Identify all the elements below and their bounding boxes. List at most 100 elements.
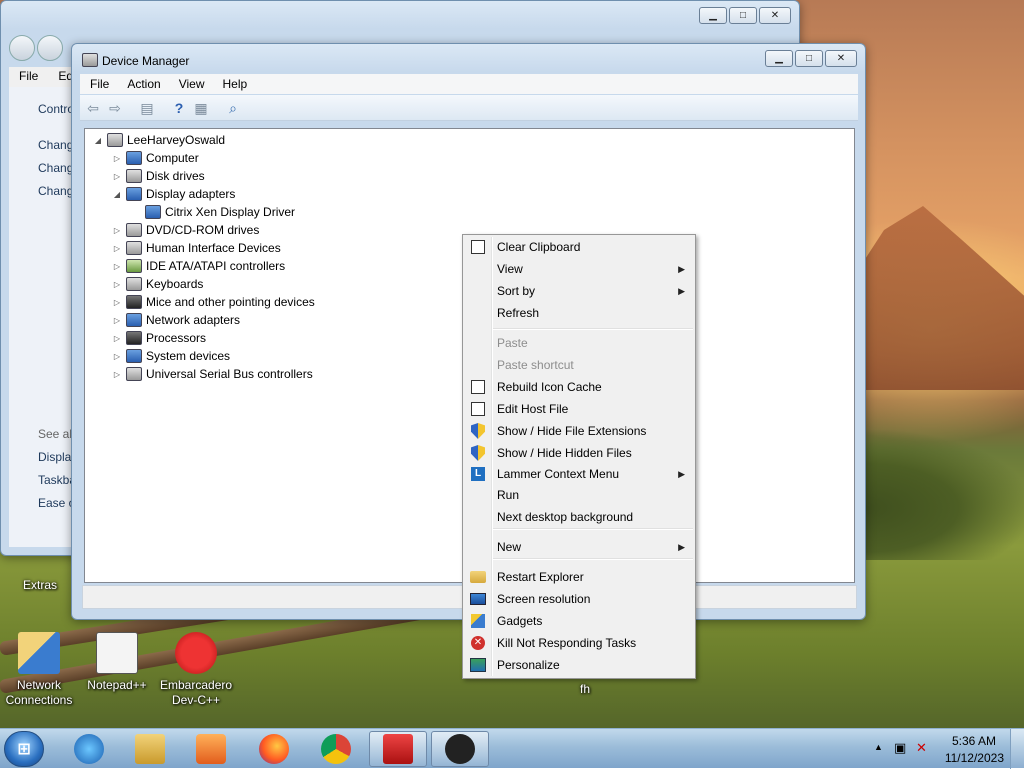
network-status-icon[interactable]: ▣ xyxy=(894,740,906,756)
back-arrow-icon[interactable]: ⇦ xyxy=(84,100,102,116)
menu-item-label: Paste shortcut xyxy=(497,358,574,372)
device-manager-caption-buttons: ▁ □ ✕ xyxy=(765,50,857,67)
taskbar-internet-explorer[interactable] xyxy=(60,731,118,767)
taskbar-media-player[interactable] xyxy=(182,731,240,767)
expand-arrow-icon[interactable]: ▷ xyxy=(112,280,122,289)
expand-arrow-icon[interactable]: ▷ xyxy=(112,244,122,253)
context-menu-item-refresh[interactable]: Refresh xyxy=(465,302,693,324)
cp-link[interactable]: Chang xyxy=(38,161,73,175)
context-menu-item-rebuild-icon-cache[interactable]: Rebuild Icon Cache xyxy=(465,376,693,398)
expand-arrow-icon[interactable]: ▷ xyxy=(112,298,122,307)
expand-arrow-icon[interactable]: ▷ xyxy=(112,352,122,361)
taskbar-toolbox[interactable] xyxy=(369,731,427,767)
expand-arrow-icon[interactable]: ▷ xyxy=(112,334,122,343)
volume-muted-icon[interactable]: ✕ xyxy=(916,740,927,756)
close-button[interactable]: ✕ xyxy=(759,7,791,24)
context-menu-item-new[interactable]: New ▶ xyxy=(465,536,693,558)
tree-item[interactable]: ▷ Human Interface Devices xyxy=(112,239,281,257)
forward-button[interactable] xyxy=(37,35,63,61)
collapse-arrow-icon[interactable]: ◢ xyxy=(112,190,122,199)
context-menu-item-personalize[interactable]: Personalize xyxy=(465,654,693,676)
cp-link[interactable]: Contro xyxy=(38,102,74,116)
help-icon[interactable]: ? xyxy=(170,100,188,116)
tree-item[interactable]: ▷ DVD/CD-ROM drives xyxy=(112,221,259,239)
desktop-icon-devcpp[interactable]: Embarcadero Dev-C++ xyxy=(160,632,232,708)
close-button[interactable]: ✕ xyxy=(825,50,857,67)
tree-item[interactable]: ▷ Network adapters xyxy=(112,311,240,329)
tree-item[interactable]: ▷ Processors xyxy=(112,329,206,347)
expand-arrow-icon[interactable]: ▷ xyxy=(112,370,122,379)
menu-item-label: Paste xyxy=(497,336,528,350)
back-button[interactable] xyxy=(9,35,35,61)
menu-item-label: Sort by xyxy=(497,284,536,298)
start-button[interactable]: ⊞ xyxy=(4,731,44,767)
context-menu-item-clear-clipboard[interactable]: Clear Clipboard xyxy=(465,236,693,258)
menu-file[interactable]: File xyxy=(80,74,117,93)
minimize-button[interactable]: ▁ xyxy=(699,7,727,24)
menu-file[interactable]: File xyxy=(9,67,48,85)
context-menu-item-run[interactable]: Run xyxy=(465,484,693,506)
context-menu-item-show-hide-file-extensions[interactable]: Show / Hide File Extensions xyxy=(465,420,693,442)
context-menu-item-restart-explorer[interactable]: Restart Explorer xyxy=(465,566,693,588)
forward-arrow-icon[interactable]: ⇨ xyxy=(106,100,124,116)
tree-item-label: LeeHarveyOswald xyxy=(127,133,226,147)
device-manager-menubar: File Action View Help xyxy=(80,74,858,94)
menu-item-label: Personalize xyxy=(497,658,560,672)
fh-label: fh xyxy=(579,682,590,696)
scan-hardware-icon[interactable]: ⌕ xyxy=(224,100,242,116)
tree-item[interactable]: ▷ Computer xyxy=(112,149,199,167)
taskbar-pinned-app[interactable] xyxy=(431,731,489,767)
menu-item-label: Screen resolution xyxy=(497,592,591,606)
expand-arrow-icon[interactable]: ▷ xyxy=(112,172,122,181)
expand-arrow-icon[interactable]: ▷ xyxy=(112,316,122,325)
tree-item-label: Citrix Xen Display Driver xyxy=(165,205,296,219)
show-hide-console-icon[interactable]: ▤ xyxy=(138,100,156,116)
collapse-arrow-icon[interactable]: ◢ xyxy=(93,136,103,145)
tree-child-item[interactable]: Citrix Xen Display Driver xyxy=(131,203,295,221)
tree-item[interactable]: ▷ Disk drives xyxy=(112,167,205,185)
desktop-icon-network-connections[interactable]: Network Connections xyxy=(4,632,74,708)
tree-item[interactable]: ▷ Mice and other pointing devices xyxy=(112,293,315,311)
cp-link[interactable]: Ease o xyxy=(38,496,75,510)
context-menu-item-edit-host-file[interactable]: Edit Host File xyxy=(465,398,693,420)
tree-item[interactable]: ▷ Keyboards xyxy=(112,275,203,293)
context-menu-item-kill-not-responding-tasks[interactable]: ✕ Kill Not Responding Tasks xyxy=(465,632,693,654)
taskbar-firefox[interactable] xyxy=(245,731,303,767)
desktop-icon-notepadpp[interactable]: Notepad++ xyxy=(82,632,152,693)
show-hidden-icons-icon[interactable]: ▲ xyxy=(874,742,883,752)
clock-date[interactable]: 11/12/2023 xyxy=(945,751,1004,765)
context-menu-item-sort-by[interactable]: Sort by ▶ xyxy=(465,280,693,302)
tree-item[interactable]: ▷ System devices xyxy=(112,347,230,365)
menu-view[interactable]: View xyxy=(169,74,213,93)
context-menu-item-screen-resolution[interactable]: Screen resolution xyxy=(465,588,693,610)
tree-item[interactable]: ▷ Universal Serial Bus controllers xyxy=(112,365,313,383)
expand-arrow-icon[interactable]: ▷ xyxy=(112,262,122,271)
maximize-button[interactable]: □ xyxy=(795,50,823,67)
properties-icon[interactable]: ▦ xyxy=(192,100,210,116)
context-menu-item-lammer-context-menu[interactable]: L Lammer Context Menu ▶ xyxy=(465,463,693,485)
tree-item[interactable]: ▷ IDE ATA/ATAPI controllers xyxy=(112,257,285,275)
minimize-button[interactable]: ▁ xyxy=(765,50,793,67)
clock-time[interactable]: 5:36 AM xyxy=(952,734,996,748)
show-desktop-button[interactable] xyxy=(1010,729,1024,769)
menu-action[interactable]: Action xyxy=(117,74,168,93)
taskbar-chrome[interactable] xyxy=(307,731,365,767)
cp-link[interactable]: Chang xyxy=(38,138,73,152)
expand-arrow-icon[interactable]: ▷ xyxy=(112,154,122,163)
context-menu-item-gadgets[interactable]: Gadgets xyxy=(465,610,693,632)
devcpp-icon xyxy=(175,632,217,674)
desktop-icon-extras[interactable]: Extras xyxy=(5,578,75,593)
context-menu-item-next-desktop-background[interactable]: Next desktop background xyxy=(465,506,693,528)
desktop-icon-fh[interactable]: fh xyxy=(550,682,620,697)
cp-link[interactable]: Chang xyxy=(38,184,73,198)
taskbar-file-explorer[interactable] xyxy=(121,731,179,767)
media-player-icon xyxy=(196,734,226,764)
expand-arrow-icon[interactable]: ▷ xyxy=(112,226,122,235)
lammer-icon: L xyxy=(470,466,486,482)
tree-item[interactable]: ◢ Display adapters xyxy=(112,185,235,203)
context-menu-item-show-hide-hidden-files[interactable]: Show / Hide Hidden Files xyxy=(465,442,693,464)
menu-help[interactable]: Help xyxy=(213,74,256,93)
context-menu-item-view[interactable]: View ▶ xyxy=(465,258,693,280)
maximize-button[interactable]: □ xyxy=(729,7,757,24)
tree-root-computer[interactable]: ◢ LeeHarveyOswald xyxy=(93,131,225,149)
